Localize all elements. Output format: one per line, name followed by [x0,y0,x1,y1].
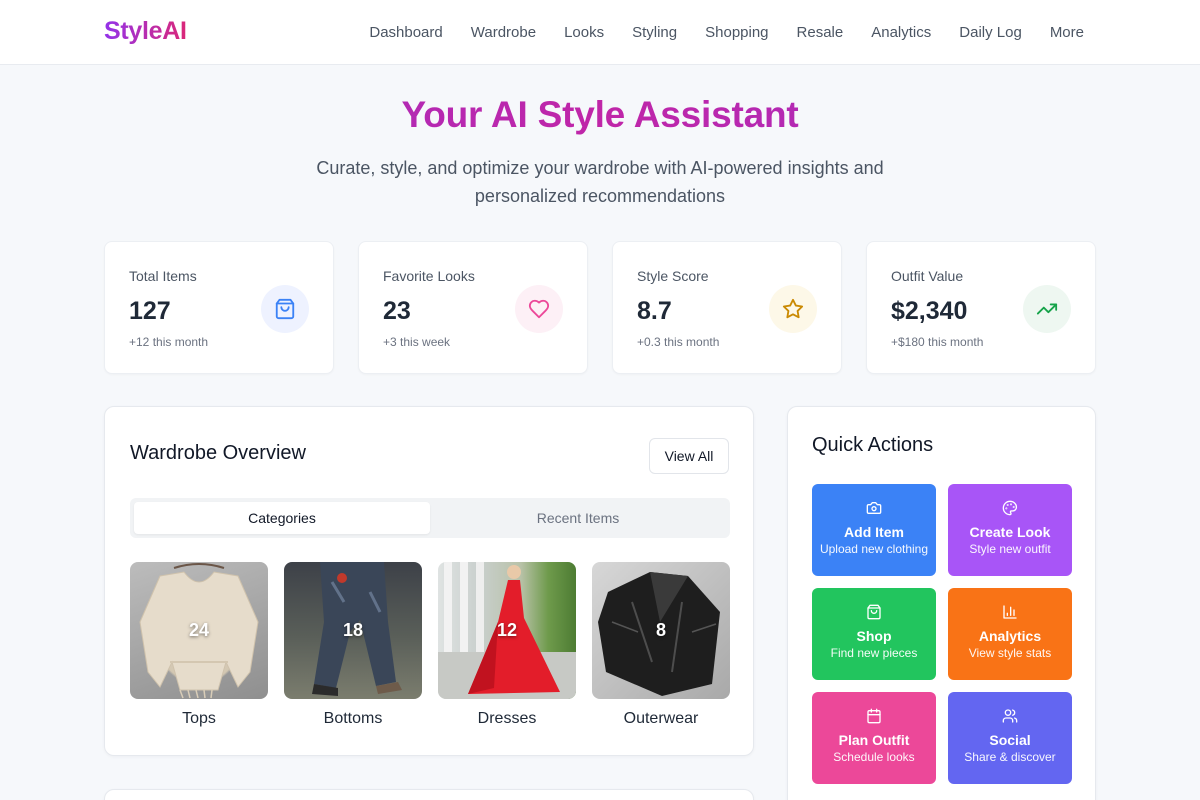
action-title: Analytics [978,628,1042,644]
shopping-bag-icon [867,604,881,620]
users-icon [1002,709,1018,723]
stat-card-style-score: Style Score 8.7 +0.3 this month [612,241,842,374]
action-subtitle: Upload new clothing [819,542,929,556]
category-grid: 24 Tops 18 Bottoms 12 Dresses 8 Outerwea… [130,562,730,728]
hero-subtitle: Curate, style, and optimize your wardrob… [316,158,884,206]
action-title: Social [989,732,1031,748]
action-subtitle: Style new outfit [969,542,1051,556]
category-count: 8 [655,620,666,640]
wardrobe-overview-card: Wardrobe Overview View All Categories Re… [104,406,754,756]
top-navbar: StyleAI Dashboard Wardrobe Looks Styling… [0,0,1200,65]
action-title: Shop [856,628,892,644]
category-image-outerwear: 8 [592,562,730,699]
create-look-button[interactable]: Create Look Style new outfit [948,484,1072,576]
analytics-button[interactable]: Analytics View style stats [948,588,1072,680]
calendar-icon [867,708,881,724]
category-name: Tops [182,710,216,727]
nav-link-looks[interactable]: Looks [564,24,604,41]
category-tile-tops[interactable]: 24 Tops [130,562,268,728]
card-title: Wardrobe Overview [130,442,306,464]
stat-value: 127 [129,297,171,325]
nav-link-dashboard[interactable]: Dashboard [369,24,442,41]
category-name: Dresses [477,710,537,727]
trending-up-icon [1023,285,1071,333]
nav-link-wardrobe[interactable]: Wardrobe [471,24,536,41]
category-tile-dresses[interactable]: 12 Dresses [438,562,576,728]
shop-button[interactable]: Shop Find new pieces [812,588,936,680]
stat-label: Favorite Looks [383,268,475,284]
stat-value: $2,340 [891,297,968,325]
action-subtitle: View style stats [968,646,1052,660]
category-name: Bottoms [323,710,383,727]
stat-label: Outfit Value [891,268,964,284]
nav-link-analytics[interactable]: Analytics [871,24,931,41]
nav-link-styling[interactable]: Styling [632,24,677,41]
hero-title: Your AI Style Assistant [0,94,1200,136]
action-title: Create Look [969,524,1051,540]
view-all-button[interactable]: View All [649,438,729,474]
shopping-bag-icon [261,285,309,333]
add-item-button[interactable]: Add Item Upload new clothing [812,484,936,576]
tab-categories[interactable]: Categories [134,502,430,534]
category-tile-outerwear[interactable]: 8 Outerwear [592,562,730,728]
stat-label: Total Items [129,268,197,284]
quick-actions-card: Quick Actions Add Item Upload new clothi… [787,406,1096,800]
nav-link-daily-log[interactable]: Daily Log [959,24,1022,41]
nav-link-more[interactable]: More [1050,24,1084,41]
stat-value: 8.7 [637,297,672,325]
nav-link-shopping[interactable]: Shopping [705,24,768,41]
heart-icon [515,285,563,333]
action-subtitle: Schedule looks [833,750,915,764]
camera-icon [866,502,882,514]
app-logo[interactable]: StyleAI [104,17,187,46]
stat-value: 23 [383,297,411,325]
nav-link-resale[interactable]: Resale [797,24,844,41]
stat-change: +12 this month [129,335,209,349]
stat-label: Style Score [637,268,709,284]
action-subtitle: Find new pieces [830,646,918,660]
action-title: Plan Outfit [838,732,910,748]
plan-outfit-button[interactable]: Plan Outfit Schedule looks [812,692,936,784]
star-icon [769,285,817,333]
next-section-card [104,789,754,800]
category-image-tops: 24 [130,562,268,699]
category-name: Outerwear [623,710,699,727]
stat-change: +3 this week [383,335,451,349]
stat-card-total-items: Total Items 127 +12 this month [104,241,334,374]
social-button[interactable]: Social Share & discover [948,692,1072,784]
category-count: 12 [496,620,518,640]
quick-actions-grid: Add Item Upload new clothing Create Look… [812,484,1072,784]
action-subtitle: Share & discover [964,750,1056,764]
action-title: Add Item [844,524,904,540]
category-count: 24 [188,620,210,640]
category-image-dresses: 12 [438,562,576,699]
category-tile-bottoms[interactable]: 18 Bottoms [284,562,422,728]
stat-change: +$180 this month [891,335,984,349]
card-title: Quick Actions [812,434,934,456]
category-count: 18 [342,620,364,640]
stat-card-favorite-looks: Favorite Looks 23 +3 this week [358,241,588,374]
bar-chart-icon [1003,605,1017,619]
wardrobe-tabs: Categories Recent Items [130,498,730,538]
nav-links: Dashboard Wardrobe Looks Styling Shoppin… [369,24,1084,41]
category-image-bottoms: 18 [284,562,422,699]
tab-recent-items[interactable]: Recent Items [430,502,726,534]
stat-card-outfit-value: Outfit Value $2,340 +$180 this month [866,241,1096,374]
palette-icon [1002,500,1018,516]
stat-change: +0.3 this month [637,335,720,349]
